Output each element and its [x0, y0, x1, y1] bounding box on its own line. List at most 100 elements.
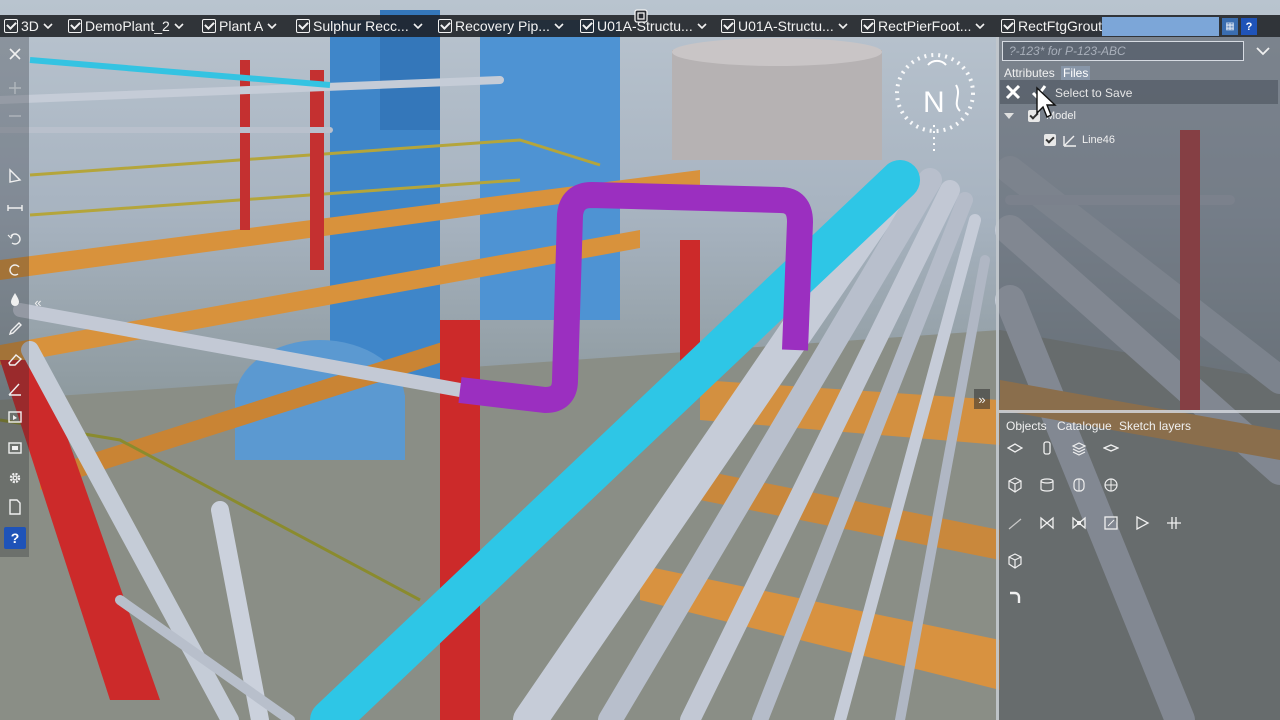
layer-tab-3d[interactable]: 3D [0, 15, 64, 37]
layer-tab-demoplant[interactable]: DemoPlant_2 [64, 15, 198, 37]
select-to-save-label: Select to Save [1055, 86, 1133, 100]
valve-tool[interactable] [1036, 512, 1058, 534]
box-tool[interactable] [1004, 474, 1026, 496]
line-tool[interactable] [1004, 512, 1026, 534]
checkbox-icon[interactable] [202, 19, 216, 33]
eraser-tool[interactable] [4, 348, 26, 370]
drum-icon [1040, 478, 1054, 492]
square-icon [1104, 516, 1118, 530]
list-icon[interactable]: ▦ [1222, 18, 1238, 35]
chevron-down-icon[interactable] [975, 21, 985, 31]
tree-item-line46[interactable]: Line46 [1044, 132, 1115, 148]
undo-icon [7, 233, 21, 245]
valve-actuated-icon [1072, 516, 1086, 530]
chevron-down-icon[interactable] [697, 21, 707, 31]
disc-icon [1103, 444, 1119, 452]
chevron-down-icon[interactable] [838, 21, 848, 31]
chevron-down-icon[interactable] [174, 21, 184, 31]
help-tool[interactable]: ? [4, 527, 26, 549]
screen-tool[interactable] [4, 406, 26, 428]
checkbox-icon[interactable] [438, 19, 452, 33]
tree-item-label: Line46 [1082, 134, 1116, 146]
pencil-icon [8, 322, 22, 336]
chevron-down-icon[interactable] [1254, 43, 1272, 59]
panel-divider[interactable] [999, 410, 1280, 413]
fill-tool[interactable] [4, 288, 26, 310]
navigation-compass[interactable]: N [890, 45, 980, 155]
checkbox-icon[interactable] [68, 19, 82, 33]
tab-sketch-layers[interactable]: Sketch layers [1119, 419, 1191, 433]
checkbox-icon[interactable] [296, 19, 310, 33]
minus-icon [9, 115, 21, 117]
document-icon [9, 499, 21, 515]
sphere-tool[interactable] [1100, 474, 1122, 496]
checkbox-icon[interactable] [4, 19, 18, 33]
cube-tool[interactable] [1004, 550, 1026, 572]
chevron-down-icon[interactable] [413, 21, 423, 31]
collapse-toolbar-button[interactable]: « [31, 294, 45, 310]
camera-tool[interactable] [4, 436, 26, 458]
redo-tool[interactable] [4, 258, 26, 280]
float-window-icon[interactable] [634, 9, 648, 23]
left-toolbar: ? [0, 37, 29, 557]
disc-tool[interactable] [1100, 437, 1122, 459]
layer-tab-label: DemoPlant_2 [85, 18, 170, 34]
close-icon[interactable] [1004, 83, 1022, 101]
angle-icon [8, 383, 21, 396]
chevron-down-icon[interactable] [554, 21, 564, 31]
tab-catalogue[interactable]: Catalogue [1057, 419, 1112, 433]
gear-icon [9, 472, 21, 484]
chevron-down-icon[interactable] [267, 21, 277, 31]
checkbox-icon[interactable] [1044, 134, 1056, 146]
measure-tool[interactable] [4, 197, 26, 219]
elbow-tool[interactable] [1004, 587, 1026, 609]
tab-attributes[interactable]: Attributes [1002, 66, 1057, 80]
plane-tool[interactable] [1004, 437, 1026, 459]
line-icon [1063, 135, 1076, 147]
help-button[interactable]: ? [1241, 18, 1257, 35]
settings-tool[interactable] [4, 467, 26, 489]
layer-tab-sulphur[interactable]: Sulphur Recc... [292, 15, 434, 37]
add-tool[interactable] [4, 77, 26, 99]
checkbox-icon[interactable] [721, 19, 735, 33]
select-tool[interactable] [4, 165, 26, 187]
chevron-down-icon[interactable] [43, 21, 53, 31]
tab-objects[interactable]: Objects [1006, 419, 1047, 433]
angle-tool[interactable] [4, 378, 26, 400]
fill-icon [11, 293, 19, 306]
flange-tool[interactable] [1163, 512, 1185, 534]
drum-tool[interactable] [1036, 474, 1058, 496]
measure-icon [7, 205, 23, 211]
document-tool[interactable] [4, 496, 26, 518]
distant-silo [672, 50, 882, 160]
triangle-down-icon[interactable] [1004, 113, 1014, 119]
checkbox-icon[interactable] [861, 19, 875, 33]
actuated-valve-tool[interactable] [1068, 512, 1090, 534]
triangle-tool[interactable] [1131, 512, 1153, 534]
layer-tab-u01a-2[interactable]: U01A-Structu... [717, 15, 857, 37]
square-tool[interactable] [1100, 512, 1122, 534]
layer-tab-label: 3D [21, 18, 39, 34]
pencil-tool[interactable] [4, 318, 26, 340]
layer-tab-rectpier[interactable]: RectPierFoot... [857, 15, 997, 37]
checkbox-icon[interactable] [1001, 19, 1015, 33]
layer-tab-label: Recovery Pip... [455, 18, 550, 34]
tank-tool[interactable] [1068, 474, 1090, 496]
eraser-icon [8, 354, 23, 366]
redo-icon [9, 264, 20, 276]
stack-tool[interactable] [1068, 437, 1090, 459]
layer-tab-recovery[interactable]: Recovery Pip... [434, 15, 576, 37]
expand-panel-button[interactable]: » [974, 389, 990, 409]
tab-files[interactable]: Files [1061, 66, 1091, 80]
layer-tab-plant-a[interactable]: Plant A [198, 15, 292, 37]
checkbox-icon[interactable] [580, 19, 594, 33]
minus-tool[interactable] [4, 105, 26, 127]
plane-icon [1007, 443, 1023, 453]
filter-search-input[interactable] [1002, 41, 1244, 61]
close-tool[interactable] [4, 43, 26, 65]
help-icon: ? [10, 530, 20, 546]
cylinder-tool[interactable] [1036, 437, 1058, 459]
flange-icon [1167, 517, 1181, 529]
layer-search-box[interactable] [1102, 17, 1219, 36]
undo-tool[interactable] [4, 227, 26, 249]
